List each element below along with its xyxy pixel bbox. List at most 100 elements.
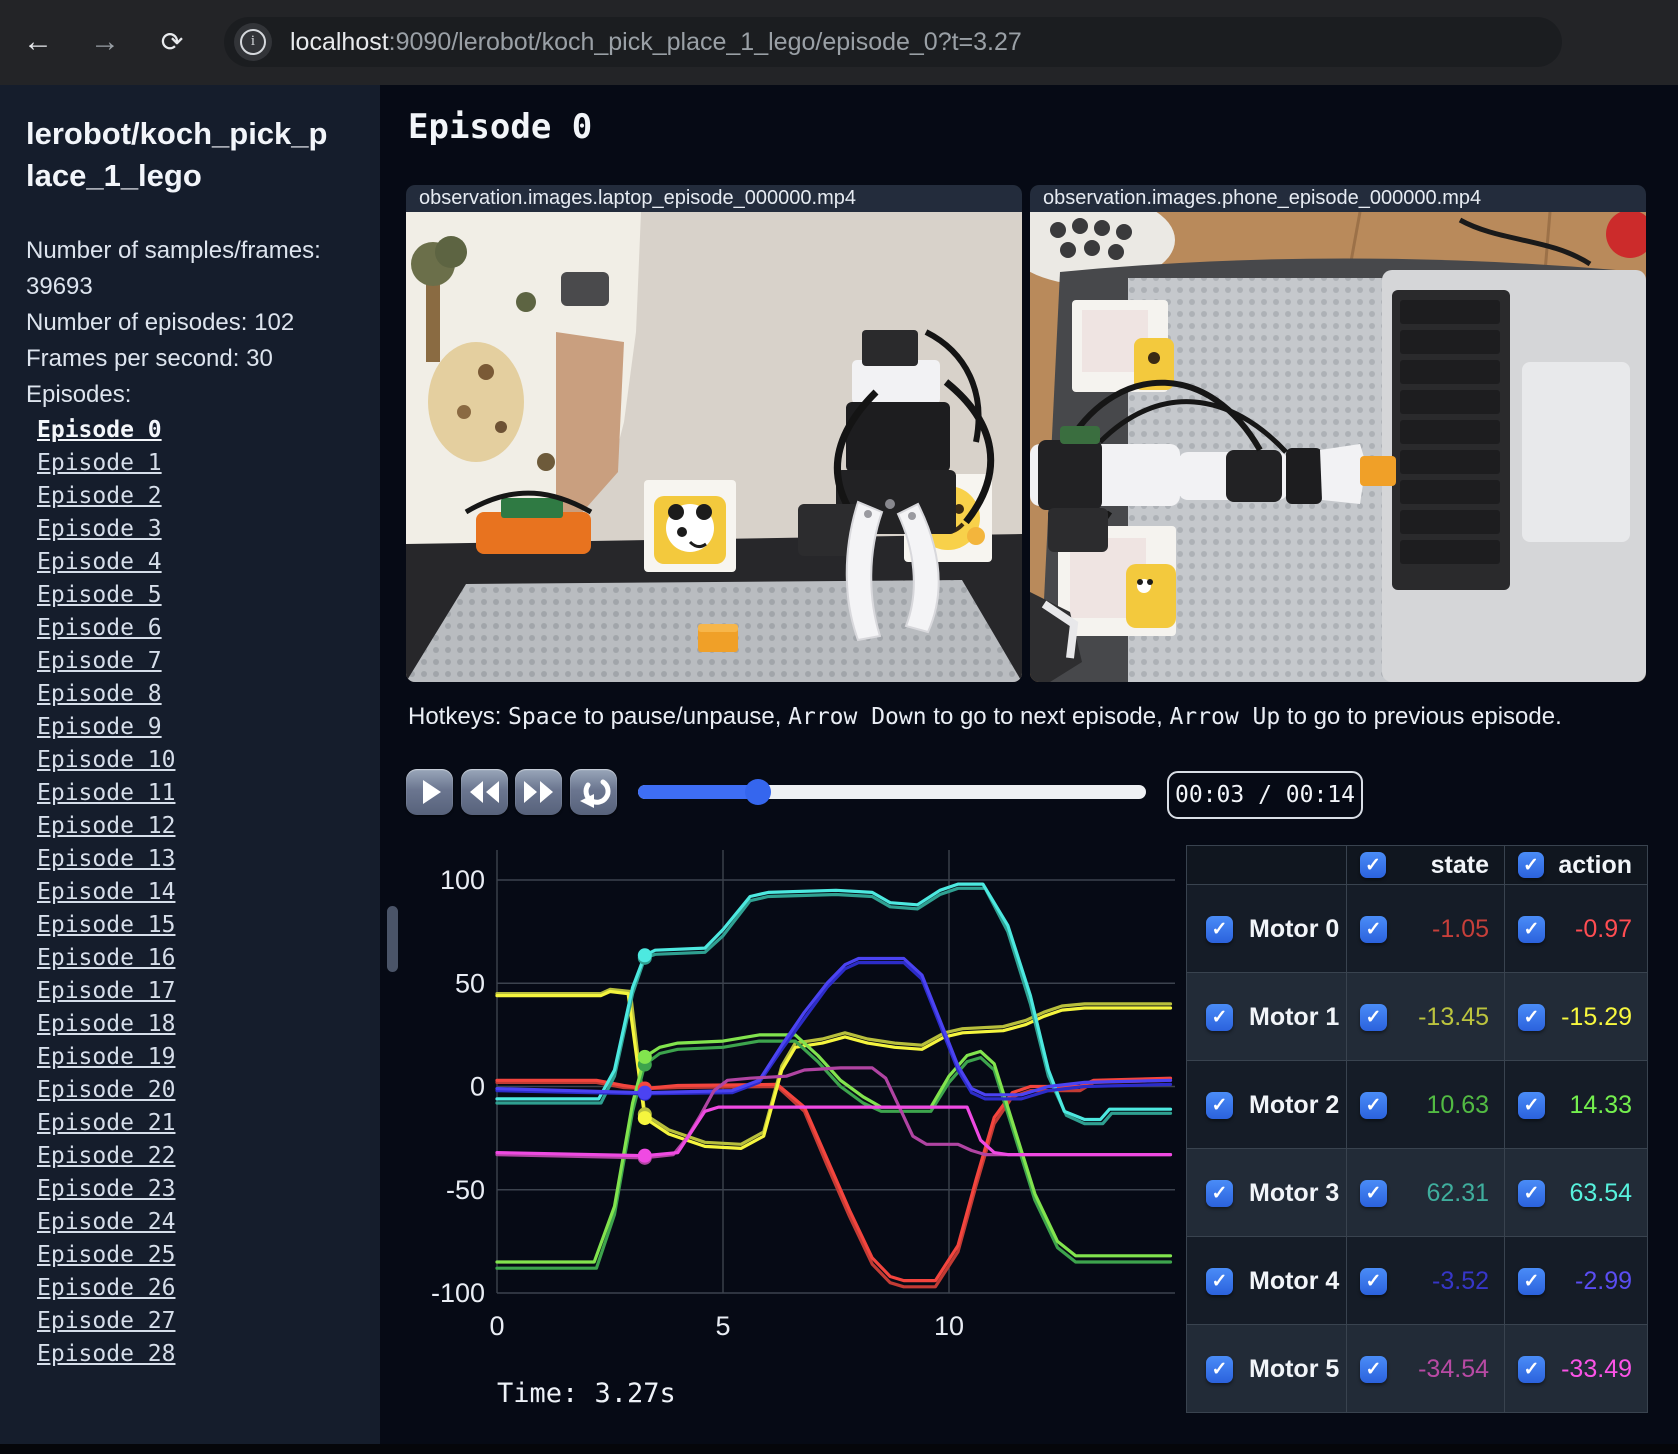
checkbox-checked[interactable]: ✓: [1360, 1355, 1387, 1383]
action-value-cell: ✓ -15.29: [1504, 973, 1647, 1061]
motor-chart[interactable]: 100500-50-1000 5 10Time: 3.27s: [430, 770, 1200, 1454]
checkbox-checked[interactable]: ✓: [1518, 852, 1544, 878]
current-time-dot: [637, 948, 652, 963]
sidebar-episode-link[interactable]: Episode 18: [37, 1011, 337, 1044]
y-tick-label: 50: [455, 968, 485, 998]
sidebar-episode-link[interactable]: Episode 2: [37, 483, 337, 516]
motor-label: Motor 2: [1249, 1090, 1340, 1119]
checkbox-checked[interactable]: ✓: [1518, 1091, 1545, 1119]
sidebar-episode-link[interactable]: Episode 27: [37, 1308, 337, 1341]
action-value: 63.54: [1569, 1178, 1632, 1207]
motor-label: Motor 1: [1249, 1002, 1340, 1031]
sidebar-episode-link[interactable]: Episode 1: [37, 450, 337, 483]
back-icon[interactable]: ←: [16, 20, 60, 64]
y-tick-label: 0: [470, 1072, 485, 1102]
sidebar-episode-link[interactable]: Episode 6: [37, 615, 337, 648]
checkbox-checked[interactable]: ✓: [1206, 1003, 1233, 1031]
sidebar-episode-link[interactable]: Episode 14: [37, 879, 337, 912]
checkbox-checked[interactable]: ✓: [1206, 1355, 1233, 1383]
motor-name-cell: ✓ Motor 3: [1187, 1149, 1346, 1237]
checkbox-checked[interactable]: ✓: [1360, 1267, 1387, 1295]
checkbox-checked[interactable]: ✓: [1518, 1267, 1545, 1295]
checkbox-checked[interactable]: ✓: [1206, 915, 1233, 943]
table-row: ✓ Motor 4 ✓ -3.52 ✓ -2.99: [1187, 1236, 1647, 1325]
state-value: -34.54: [1418, 1354, 1489, 1383]
url-path: :9090/lerobot/koch_pick_place_1_lego/epi…: [388, 28, 1022, 56]
sidebar-episode-link[interactable]: Episode 4: [37, 549, 337, 582]
state-header-label: state: [1430, 850, 1489, 879]
sidebar-episode-link[interactable]: Episode 0: [37, 417, 337, 450]
episode-list: Episode 0 Episode 1 Episode 2 Episode 3 Epis…: [37, 417, 337, 1374]
state-value: -1.05: [1432, 914, 1489, 943]
checkbox-checked[interactable]: ✓: [1518, 1355, 1545, 1383]
state-value: 62.31: [1426, 1178, 1489, 1207]
sidebar-episode-link[interactable]: Episode 8: [37, 681, 337, 714]
checkbox-checked[interactable]: ✓: [1518, 1003, 1545, 1031]
scrollbar-thumb[interactable]: [387, 906, 398, 972]
forward-icon[interactable]: →: [83, 20, 127, 64]
action-value: -15.29: [1561, 1002, 1632, 1031]
sidebar-episode-link[interactable]: Episode 10: [37, 747, 337, 780]
sidebar-episode-link[interactable]: Episode 12: [37, 813, 337, 846]
stat-line: Number of episodes: 102: [26, 309, 295, 336]
action-value-cell: ✓ -0.97: [1504, 885, 1647, 973]
table-row: ✓ Motor 0 ✓ -1.05 ✓ -0.97: [1187, 884, 1647, 973]
sidebar-episode-link[interactable]: Episode 25: [37, 1242, 337, 1275]
current-time-dot: [637, 1148, 652, 1163]
action-value: -2.99: [1575, 1266, 1632, 1295]
checkbox-checked[interactable]: ✓: [1518, 1179, 1545, 1207]
sidebar-episode-link[interactable]: Episode 26: [37, 1275, 337, 1308]
checkbox-checked[interactable]: ✓: [1360, 915, 1387, 943]
action-value-cell: ✓ -33.49: [1504, 1325, 1647, 1413]
video-phone-frame: [1030, 195, 1646, 682]
video-laptop[interactable]: [406, 212, 1022, 682]
checkbox-checked[interactable]: ✓: [1360, 852, 1386, 878]
state-value-cell: ✓ -13.45: [1346, 973, 1504, 1061]
sidebar-episode-link[interactable]: Episode 16: [37, 945, 337, 978]
sidebar-episode-link[interactable]: Episode 20: [37, 1077, 337, 1110]
table-row: ✓ Motor 3 ✓ 62.31 ✓ 63.54: [1187, 1148, 1647, 1237]
table-row: ✓ Motor 1 ✓ -13.45 ✓ -15.29: [1187, 972, 1647, 1061]
action-header-label: action: [1558, 850, 1632, 879]
laptop: [1382, 270, 1646, 682]
motor-label: Motor 0: [1249, 914, 1340, 943]
sidebar-episode-link[interactable]: Episode 22: [37, 1143, 337, 1176]
sidebar-episode-link[interactable]: Episode 13: [37, 846, 337, 879]
checkbox-checked[interactable]: ✓: [1360, 1003, 1387, 1031]
sidebar-episode-link[interactable]: Episode 24: [37, 1209, 337, 1242]
checkbox-checked[interactable]: ✓: [1360, 1179, 1387, 1207]
checkbox-checked[interactable]: ✓: [1206, 1179, 1233, 1207]
sidebar-episode-link[interactable]: Episode 11: [37, 780, 337, 813]
sidebar-episode-link[interactable]: Episode 5: [37, 582, 337, 615]
checkbox-checked[interactable]: ✓: [1206, 1267, 1233, 1295]
hotkey-text: to go to previous episode.: [1280, 703, 1562, 730]
dataset-stats: Number of samples/frames: 39693 Number of…: [26, 233, 346, 377]
sidebar-episode-link[interactable]: Episode 17: [37, 978, 337, 1011]
lerobot-dataset-visualizer: { "browser": { "host": "localhost", "pat…: [0, 0, 1678, 1454]
hotkey-key: Arrow Down: [788, 704, 927, 730]
sidebar-episode-link[interactable]: Episode 28: [37, 1341, 337, 1374]
checkbox-checked[interactable]: ✓: [1360, 1091, 1387, 1119]
video-laptop-frame: [406, 212, 1022, 682]
reload-icon[interactable]: ⟳: [150, 20, 194, 64]
stat-line: Number of samples/frames: 39693: [26, 237, 321, 300]
chart-line: [495, 989, 1173, 1150]
video-phone[interactable]: [1030, 195, 1646, 682]
motor-name-cell: ✓ Motor 1: [1187, 973, 1346, 1061]
url-text[interactable]: localhost:9090/lerobot/koch_pick_place_1…: [290, 28, 1022, 57]
motor-name-cell: ✓ Motor 4: [1187, 1237, 1346, 1325]
stat-line: Frames per second: 30: [26, 345, 273, 372]
checkbox-checked[interactable]: ✓: [1518, 915, 1545, 943]
hotkeys-help: Hotkeys: Space to pause/unpause, Arrow D…: [408, 703, 1562, 731]
motor-name-cell: ✓ Motor 0: [1187, 885, 1346, 973]
checkbox-checked[interactable]: ✓: [1206, 1091, 1233, 1119]
sidebar-episode-link[interactable]: Episode 3: [37, 516, 337, 549]
sidebar-episode-link[interactable]: Episode 21: [37, 1110, 337, 1143]
sidebar-episode-link[interactable]: Episode 9: [37, 714, 337, 747]
site-info-icon[interactable]: i: [234, 23, 272, 61]
sidebar-episode-link[interactable]: Episode 19: [37, 1044, 337, 1077]
sidebar-episode-link[interactable]: Episode 23: [37, 1176, 337, 1209]
sidebar-episode-link[interactable]: Episode 7: [37, 648, 337, 681]
sidebar-episode-link[interactable]: Episode 15: [37, 912, 337, 945]
state-value: -13.45: [1418, 1002, 1489, 1031]
